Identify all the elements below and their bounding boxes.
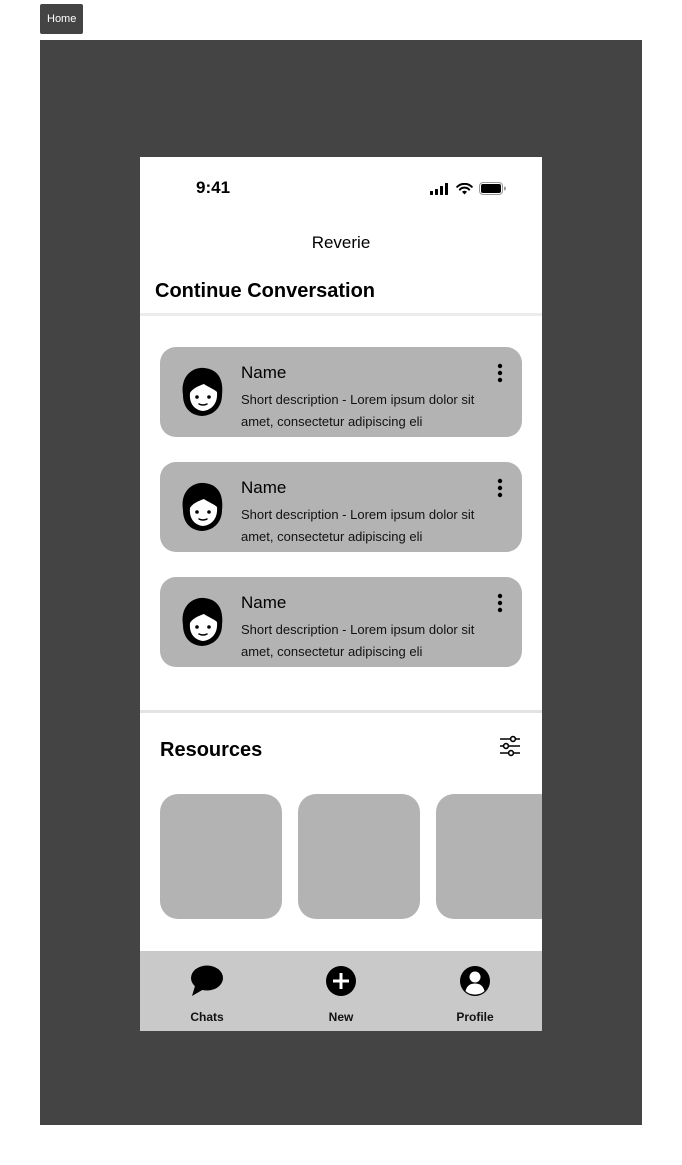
resource-tile[interactable] xyxy=(160,794,282,919)
section-title-resources: Resources xyxy=(160,739,263,761)
sliders-icon[interactable] xyxy=(498,735,522,757)
divider xyxy=(140,313,542,316)
resource-tile[interactable] xyxy=(298,794,420,919)
signal-icon xyxy=(430,182,448,195)
conversation-card[interactable]: Name Short description - Lorem ipsum dol… xyxy=(160,577,522,667)
more-options-icon[interactable] xyxy=(494,593,506,613)
resource-tile[interactable] xyxy=(436,794,542,919)
phone-screen: 9:41 Reverie Continue Conversation Name … xyxy=(140,157,542,1031)
wifi-icon xyxy=(456,182,473,194)
conversation-description: Short description - Lorem ipsum dolor si… xyxy=(241,507,475,544)
conversation-card[interactable]: Name Short description - Lorem ipsum dol… xyxy=(160,462,522,552)
avatar-face-icon xyxy=(182,367,223,416)
avatar-face-icon xyxy=(182,482,223,531)
conversation-description: Short description - Lorem ipsum dolor si… xyxy=(241,622,475,659)
status-icons xyxy=(430,182,506,195)
more-options-icon[interactable] xyxy=(494,478,506,498)
tab-new[interactable]: New xyxy=(274,951,408,1031)
avatar-face-icon xyxy=(182,597,223,646)
tab-chats[interactable]: Chats xyxy=(140,951,274,1031)
plus-circle-icon xyxy=(326,966,356,996)
chat-bubble-icon xyxy=(191,965,223,996)
app-title: Reverie xyxy=(311,233,371,252)
conversation-name: Name xyxy=(241,363,287,382)
user-circle-icon xyxy=(460,966,490,996)
tab-label: Profile xyxy=(456,1010,494,1024)
status-time: 9:41 xyxy=(196,178,231,197)
more-options-icon[interactable] xyxy=(494,363,506,383)
conversation-name: Name xyxy=(241,478,287,497)
conversation-name: Name xyxy=(241,593,287,612)
tab-profile[interactable]: Profile xyxy=(408,951,542,1031)
tab-label: New xyxy=(328,1010,354,1024)
divider xyxy=(140,710,542,713)
tab-label: Chats xyxy=(190,1010,224,1024)
section-title-continue: Continue Conversation xyxy=(155,280,376,302)
conversation-card[interactable]: Name Short description - Lorem ipsum dol… xyxy=(160,347,522,437)
battery-icon xyxy=(479,182,506,195)
tab-bar: Chats New Profile xyxy=(140,951,542,1031)
frame-tab[interactable]: Home xyxy=(40,4,84,34)
conversation-description: Short description - Lorem ipsum dolor si… xyxy=(241,392,475,429)
